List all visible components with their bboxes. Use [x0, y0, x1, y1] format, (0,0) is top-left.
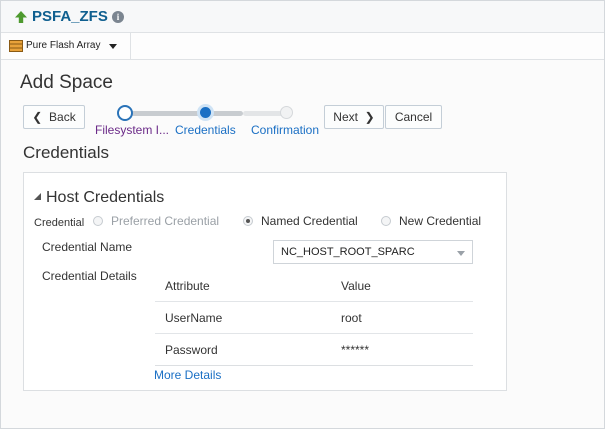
train-stop-confirmation[interactable] [280, 106, 293, 119]
chevron-down-icon [109, 44, 117, 49]
target-menu-label: Pure Flash Array [26, 40, 101, 51]
table-cell-value: ****** [341, 343, 370, 357]
table-row: Password ****** [155, 334, 473, 366]
host-credentials-title: Host Credentials [46, 189, 165, 206]
app-frame: PSFA_ZFS i Pure Flash Array Add Space ❮ … [0, 0, 605, 429]
title-bar: PSFA_ZFS i [1, 1, 604, 33]
train-label-confirmation[interactable]: Confirmation [251, 123, 319, 137]
host-credentials-panel: Host Credentials Credential Preferred Cr… [23, 172, 507, 391]
table-cell-value: root [341, 311, 362, 325]
credential-label: Credential [34, 217, 85, 229]
up-arrow-icon[interactable] [14, 10, 28, 24]
credential-name-label: Credential Name [42, 240, 133, 254]
collapse-triangle-icon [34, 193, 41, 200]
back-button[interactable]: ❮ Back [23, 105, 85, 129]
info-icon[interactable]: i [112, 11, 124, 23]
table-cell-attribute: UserName [165, 311, 223, 325]
target-menu-button[interactable]: Pure Flash Array [1, 33, 131, 59]
section-title: Credentials [23, 143, 109, 162]
chevron-down-icon [457, 251, 465, 256]
chevron-right-icon: ❯ [364, 110, 375, 124]
credential-name-select[interactable]: NC_HOST_ROOT_SPARC [273, 240, 473, 264]
more-details-link[interactable]: More Details [154, 368, 221, 382]
table-cell-attribute: Password [165, 343, 218, 357]
radio-label-named: Named Credential [261, 214, 358, 228]
table-row: UserName root [155, 302, 473, 334]
radio-circle-preferred [93, 216, 103, 226]
train-stop-filesystem[interactable] [117, 105, 133, 121]
cancel-button[interactable]: Cancel [385, 105, 442, 129]
cancel-button-label: Cancel [394, 110, 433, 124]
radio-circle-new [381, 216, 391, 226]
table-header-row: Attribute Value [155, 270, 473, 302]
host-credentials-header[interactable]: Host Credentials [34, 189, 164, 207]
train-label-filesystem[interactable]: Filesystem I... [95, 123, 169, 137]
credential-name-value: NC_HOST_ROOT_SPARC [281, 246, 415, 258]
column-header-value: Value [341, 279, 371, 293]
train-stop-credentials[interactable] [197, 104, 214, 121]
back-button-label: Back [49, 110, 76, 124]
credential-details-label: Credential Details [42, 269, 137, 283]
column-header-attribute: Attribute [165, 279, 210, 293]
wizard-title: Add Space [20, 72, 113, 93]
train-label-credentials[interactable]: Credentials [175, 123, 236, 137]
chevron-left-icon: ❮ [32, 110, 43, 124]
radio-label-preferred: Preferred Credential [111, 214, 220, 228]
radio-circle-named [243, 216, 253, 226]
train-connector-done [131, 111, 243, 116]
radio-label-new: New Credential [399, 214, 482, 228]
credential-details-table: Attribute Value UserName root Password *… [155, 270, 473, 366]
next-button[interactable]: Next ❯ [324, 105, 384, 129]
next-button-label: Next [333, 110, 358, 124]
target-menu-bar: Pure Flash Array [1, 33, 604, 60]
storage-array-icon [9, 40, 23, 52]
page-title: PSFA_ZFS [32, 8, 108, 25]
